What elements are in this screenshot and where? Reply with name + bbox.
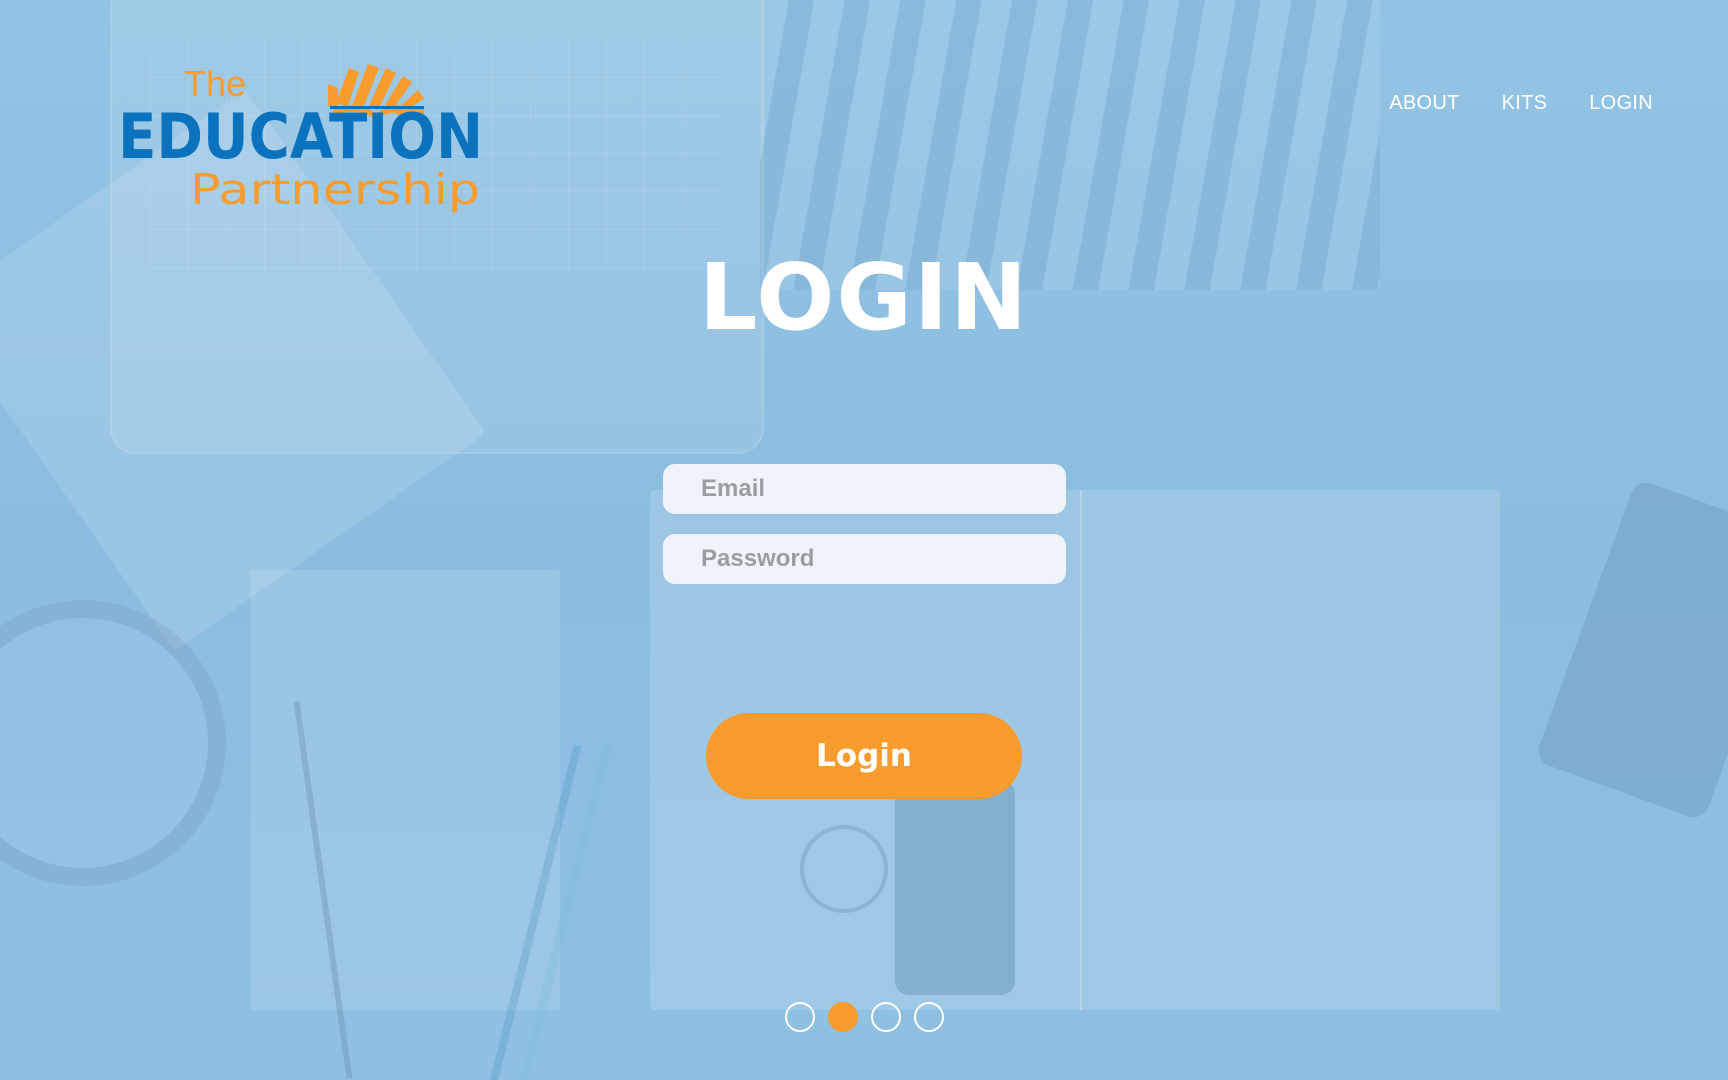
main-nav: ABOUT KITS LOGIN: [1389, 92, 1653, 115]
brand-logo[interactable]: The EDUCATION Partnership: [118, 62, 488, 222]
phone-shape: [895, 780, 1015, 995]
logo-education: EDUCATION: [118, 100, 483, 173]
email-field[interactable]: [663, 464, 1066, 514]
circle-logo-shape: [800, 825, 888, 913]
carousel-indicators: [785, 1002, 944, 1032]
logo-partnership: Partnership: [190, 165, 480, 214]
login-button[interactable]: Login: [706, 713, 1022, 799]
logo-the: The: [184, 63, 246, 104]
carousel-dot-2-active[interactable]: [828, 1002, 858, 1032]
notepad-shape: [250, 570, 560, 1010]
tablet-shape: [1534, 478, 1728, 822]
password-field[interactable]: [663, 534, 1066, 584]
nav-kits[interactable]: KITS: [1502, 92, 1548, 115]
carousel-dot-4[interactable]: [914, 1002, 944, 1032]
page-title: LOGIN: [698, 244, 1030, 351]
book-spine-shape: [1080, 490, 1082, 1010]
nav-about[interactable]: ABOUT: [1389, 92, 1459, 115]
plate-shape: [0, 600, 226, 886]
carousel-dot-3[interactable]: [871, 1002, 901, 1032]
nav-login[interactable]: LOGIN: [1589, 92, 1653, 115]
logo-graphic: The EDUCATION Partnership: [118, 63, 483, 214]
carousel-dot-1[interactable]: [785, 1002, 815, 1032]
